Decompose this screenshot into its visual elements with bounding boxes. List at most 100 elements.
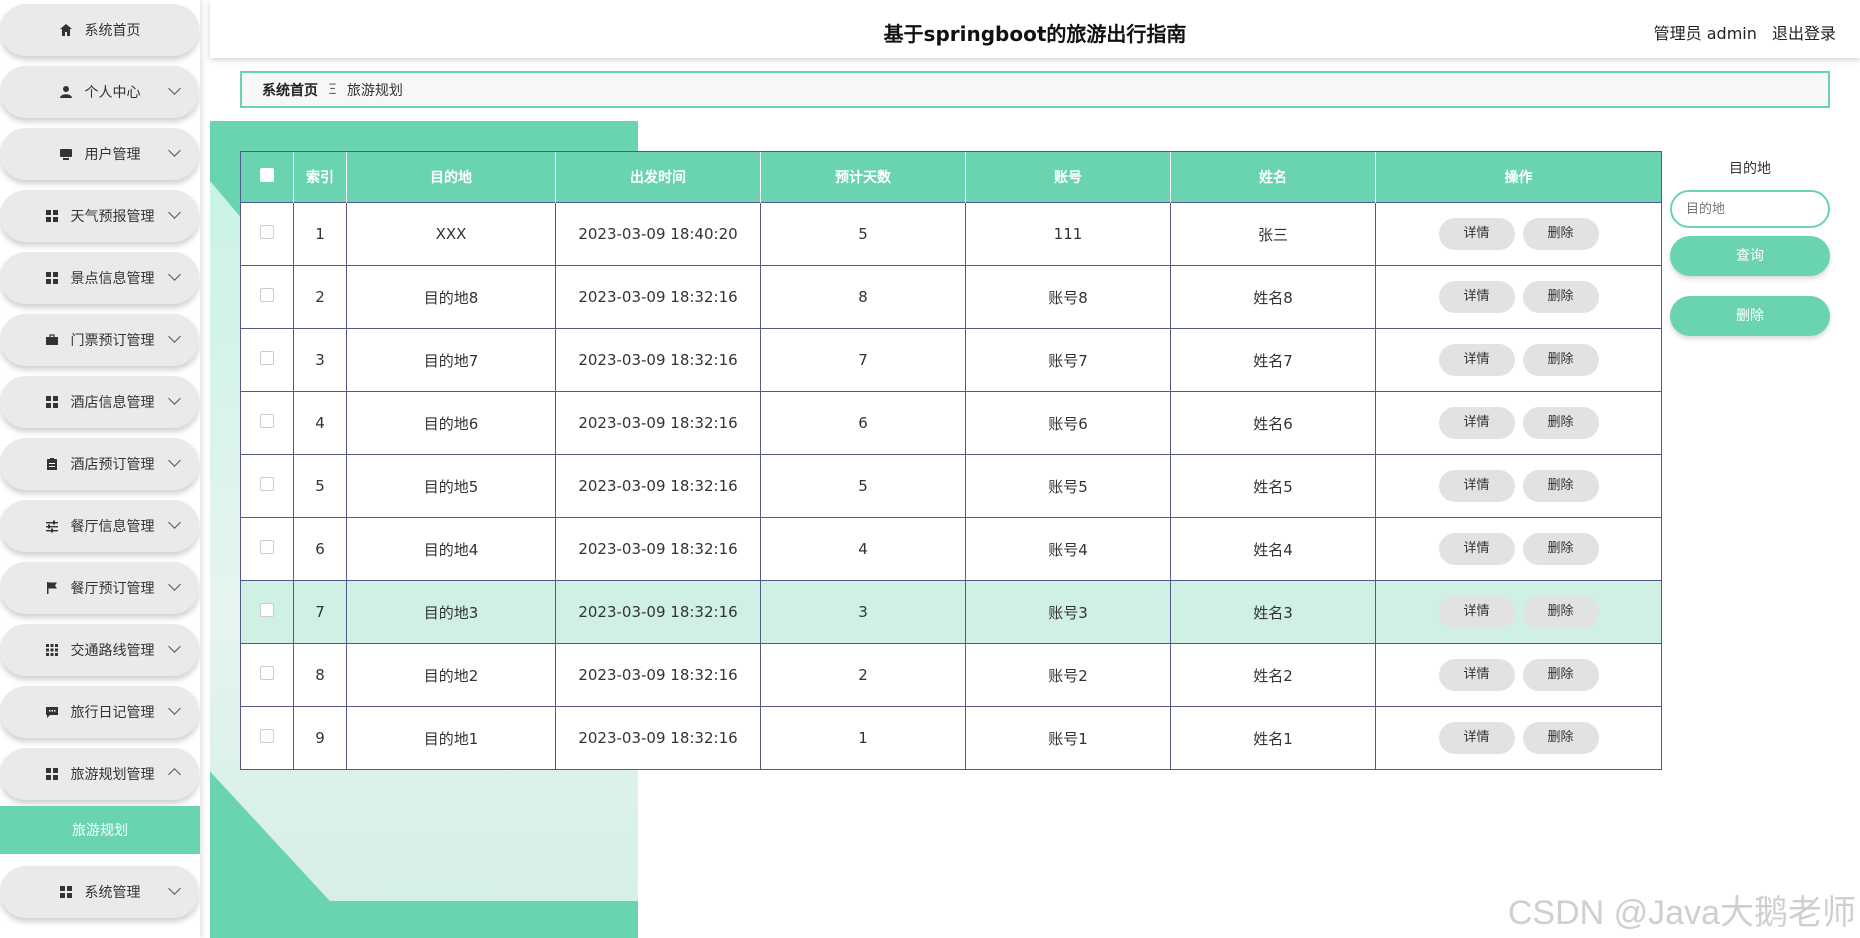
destination-cell: XXX: [346, 202, 556, 266]
account-cell: 账号3: [965, 580, 1171, 644]
chevron-down-icon: [168, 144, 181, 157]
name-cell: 姓名4: [1170, 517, 1376, 581]
select-all-checkbox[interactable]: [260, 168, 274, 182]
detail-button[interactable]: 详情: [1438, 281, 1515, 313]
sidebar-item-hotel-info[interactable]: 酒店信息管理: [0, 376, 199, 428]
index-cell: 4: [293, 391, 347, 455]
row-checkbox[interactable]: [260, 666, 274, 680]
select-all-header[interactable]: [241, 152, 294, 203]
logout-link[interactable]: 退出登录: [1772, 24, 1836, 43]
delete-button[interactable]: 删除: [1522, 533, 1599, 565]
name-cell: 姓名2: [1170, 643, 1376, 707]
row-checkbox[interactable]: [260, 288, 274, 302]
sidebar-item-travel-planning[interactable]: 旅游规划管理: [0, 748, 199, 800]
sidebar-item-tickets[interactable]: 门票预订管理: [0, 314, 199, 366]
destination-cell: 目的地4: [346, 517, 556, 581]
delete-button[interactable]: 删除: [1522, 470, 1599, 502]
index-cell: 3: [293, 328, 347, 392]
detail-button[interactable]: 详情: [1438, 722, 1515, 754]
departure-time-cell: 2023-03-09 18:32:16: [555, 328, 761, 392]
sidebar-item-weather[interactable]: 天气预报管理: [0, 190, 199, 242]
query-button[interactable]: 查询: [1670, 236, 1830, 276]
row-checkbox[interactable]: [260, 603, 274, 617]
name-cell: 姓名1: [1170, 706, 1376, 769]
sidebar-item-restaurant-booking[interactable]: 餐厅预订管理: [0, 562, 199, 614]
delete-button[interactable]: 删除: [1522, 407, 1599, 439]
sidebar-item-home[interactable]: 系统首页: [0, 4, 199, 56]
detail-button[interactable]: 详情: [1438, 407, 1515, 439]
chevron-down-icon: [168, 702, 181, 715]
departure-time-cell: 2023-03-09 18:32:16: [555, 517, 761, 581]
table-row: 7 目的地3 2023-03-09 18:32:16 3 账号3 姓名3 详情 删除: [241, 580, 1661, 644]
name-cell: 张三: [1170, 202, 1376, 266]
table-body: 1 XXX 2023-03-09 18:40:20 5 111 张三 详情 删除 2 目的地8 20…: [241, 202, 1661, 769]
sidebar-item-hotel-booking[interactable]: 酒店预订管理: [0, 438, 199, 490]
row-checkbox[interactable]: [260, 540, 274, 554]
sidebar-subitem-travel-plan[interactable]: 旅游规划: [0, 806, 200, 854]
detail-button[interactable]: 详情: [1438, 218, 1515, 250]
name-cell: 姓名8: [1170, 265, 1376, 329]
account-cell: 账号6: [965, 391, 1171, 455]
delete-button[interactable]: 删除: [1522, 596, 1599, 628]
row-checkbox[interactable]: [260, 729, 274, 743]
delete-button[interactable]: 删除: [1522, 659, 1599, 691]
row-checkbox[interactable]: [260, 225, 274, 239]
row-checkbox[interactable]: [260, 414, 274, 428]
delete-button[interactable]: 删除: [1522, 218, 1599, 250]
row-select-cell: [241, 706, 294, 769]
sidebar-item-attractions[interactable]: 景点信息管理: [0, 252, 199, 304]
chevron-down-icon: [168, 454, 181, 467]
departure-time-cell: 2023-03-09 18:32:16: [555, 391, 761, 455]
destination-search-input[interactable]: [1670, 190, 1830, 228]
table-row: 2 目的地8 2023-03-09 18:32:16 8 账号8 姓名8 详情 删除: [241, 265, 1661, 329]
index-cell: 7: [293, 580, 347, 644]
row-select-cell: [241, 580, 294, 644]
index-cell: 9: [293, 706, 347, 769]
departure-time-cell: 2023-03-09 18:40:20: [555, 202, 761, 266]
chevron-down-icon: [168, 268, 181, 281]
sidebar-item-label: 系统首页: [84, 23, 141, 39]
delete-button[interactable]: 删除: [1522, 344, 1599, 376]
name-cell: 姓名3: [1170, 580, 1376, 644]
index-cell: 6: [293, 517, 347, 581]
departure-time-cell: 2023-03-09 18:32:16: [555, 643, 761, 707]
grid-icon: [45, 395, 59, 409]
data-table: 索引 目的地 出发时间 预计天数 账号 姓名 操作 1 XXX 2023-03-09…: [240, 151, 1662, 770]
sidebar-item-label: 酒店信息管理: [70, 395, 155, 411]
breadcrumb-home[interactable]: 系统首页: [262, 80, 318, 100]
row-checkbox[interactable]: [260, 351, 274, 365]
sidebar-item-restaurant-info[interactable]: 餐厅信息管理: [0, 500, 199, 552]
account-cell: 账号7: [965, 328, 1171, 392]
delete-button[interactable]: 删除: [1522, 281, 1599, 313]
departure-time-cell: 2023-03-09 18:32:16: [555, 580, 761, 644]
index-cell: 2: [293, 265, 347, 329]
page-title: 基于springboot的旅游出行指南: [883, 22, 1187, 46]
detail-button[interactable]: 详情: [1438, 344, 1515, 376]
detail-button[interactable]: 详情: [1438, 659, 1515, 691]
column-header: 目的地: [346, 152, 556, 203]
chevron-down-icon: [168, 392, 181, 405]
destination-cell: 目的地5: [346, 454, 556, 518]
row-select-cell: [241, 454, 294, 518]
table-header-row: 索引 目的地 出发时间 预计天数 账号 姓名 操作: [241, 152, 1661, 203]
sidebar-item-system-management[interactable]: 系统管理: [0, 866, 199, 918]
delete-button[interactable]: 删除: [1522, 722, 1599, 754]
detail-button[interactable]: 详情: [1438, 533, 1515, 565]
column-header: 出发时间: [555, 152, 761, 203]
sidebar-item-label: 餐厅信息管理: [70, 519, 155, 535]
detail-button[interactable]: 详情: [1438, 596, 1515, 628]
grid-icon: [45, 209, 59, 223]
days-cell: 7: [760, 328, 966, 392]
destination-cell: 目的地8: [346, 265, 556, 329]
sidebar-item-label: 旅行日记管理: [70, 705, 155, 721]
sidebar-item-travel-diary[interactable]: 旅行日记管理: [0, 686, 199, 738]
sidebar-item-personal-center[interactable]: 个人中心: [0, 66, 199, 118]
batch-delete-button[interactable]: 删除: [1670, 296, 1830, 336]
home-icon: [59, 23, 73, 37]
row-select-cell: [241, 517, 294, 581]
sidebar-item-user-management[interactable]: 用户管理: [0, 128, 199, 180]
chevron-down-icon: [168, 330, 181, 343]
detail-button[interactable]: 详情: [1438, 470, 1515, 502]
sidebar-item-transport[interactable]: 交通路线管理: [0, 624, 199, 676]
row-checkbox[interactable]: [260, 477, 274, 491]
